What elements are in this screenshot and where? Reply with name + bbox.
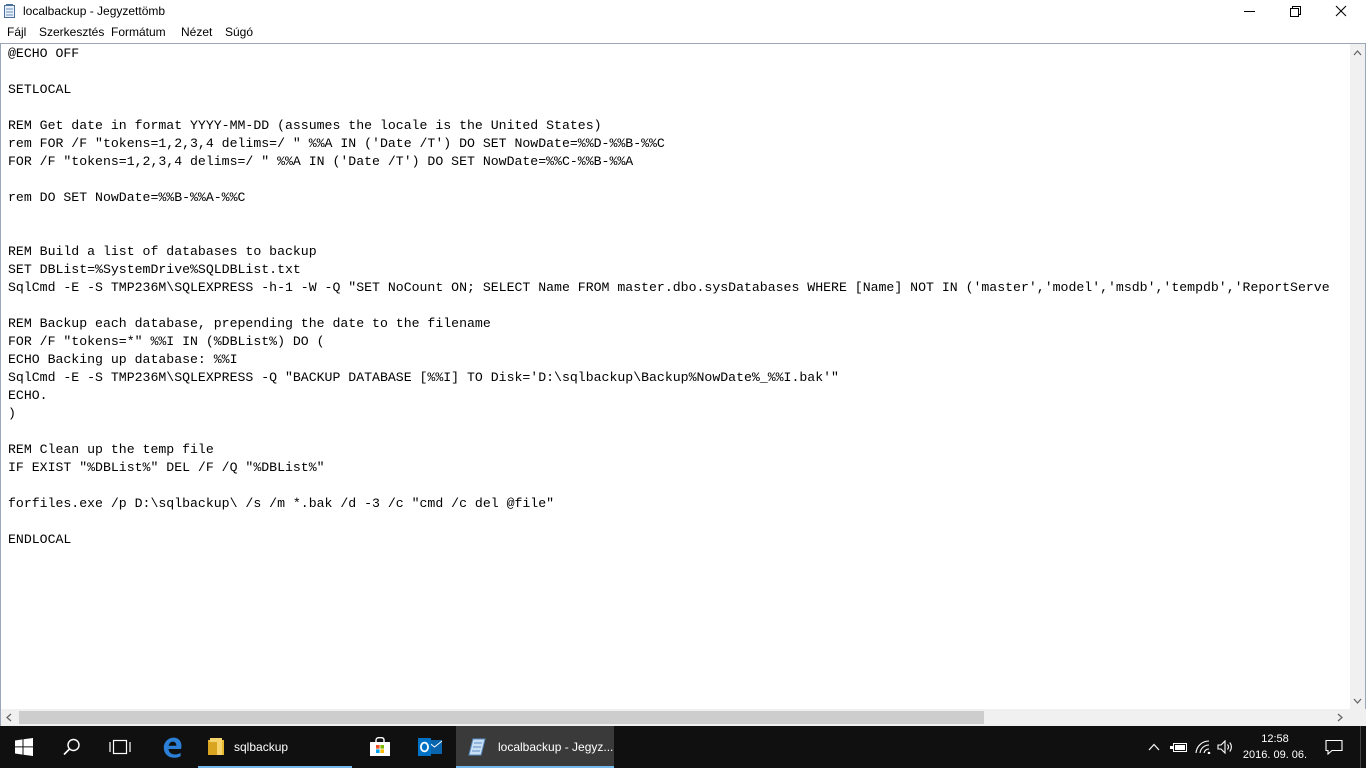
text-line	[8, 207, 1344, 225]
sqlbackup-explorer[interactable]: sqlbackup	[198, 726, 352, 768]
text-line: ENDLOCAL	[8, 532, 72, 547]
power-icon	[1170, 743, 1187, 752]
text-line	[8, 225, 1344, 243]
menu-format[interactable]: Formátum	[111, 25, 166, 39]
text-line: rem FOR /F "tokens=1,2,3,4 delims=/ " %%…	[8, 136, 665, 151]
folder-icon	[208, 738, 224, 755]
clock[interactable]: 12:58 2016. 09. 06.	[1240, 731, 1310, 763]
outlook-button[interactable]	[406, 726, 454, 768]
notepad-taskbar-icon	[468, 738, 486, 756]
text-line: forfiles.exe /p D:\sqlbackup\ /s /m *.ba…	[8, 496, 555, 511]
text-line: REM Build a list of databases to backup	[8, 244, 317, 259]
menu-view[interactable]: Nézet	[181, 25, 212, 39]
scroll-left-icon[interactable]	[6, 713, 12, 722]
scroll-down-icon[interactable]	[1353, 698, 1362, 704]
horizontal-scrollbar[interactable]	[0, 709, 1351, 726]
restore-button[interactable]	[1272, 0, 1318, 22]
minimize-icon	[1243, 10, 1255, 12]
task-view-button[interactable]	[96, 726, 144, 768]
notepad-icon	[4, 4, 15, 18]
edge-icon	[163, 737, 182, 758]
menu-edit[interactable]: Szerkesztés	[39, 25, 104, 39]
notification-icon	[1325, 739, 1343, 755]
taskbar: sqlbackup localbackup - Jegyz... 12:58 2…	[0, 726, 1366, 768]
sqlbackup-label: sqlbackup	[234, 740, 289, 754]
text-line	[8, 513, 1344, 531]
horizontal-scroll-thumb[interactable]	[19, 711, 984, 724]
action-center-button[interactable]	[1316, 726, 1352, 768]
show-desktop-button[interactable]	[1360, 726, 1366, 768]
search-icon	[63, 738, 80, 756]
notepad-task-label: localbackup - Jegyz...	[498, 740, 614, 754]
store-button[interactable]	[356, 726, 404, 768]
text-line: SETLOCAL	[8, 82, 72, 97]
notepad-task[interactable]: localbackup - Jegyz...	[456, 726, 614, 768]
text-line: FOR /F "tokens=*" %%I IN (%DBList%) DO (	[8, 334, 325, 349]
windows-logo-icon	[15, 738, 33, 756]
edge-button[interactable]	[148, 726, 196, 768]
start-button[interactable]	[0, 726, 48, 768]
window-title: localbackup - Jegyzettömb	[23, 4, 166, 18]
clock-date: 2016. 09. 06.	[1242, 749, 1308, 761]
text-line: SqlCmd -E -S TMP236M\SQLEXPRESS -h-1 -W …	[8, 280, 1330, 295]
store-icon	[370, 737, 390, 756]
text-line: REM Clean up the temp file	[8, 442, 214, 457]
volume-button[interactable]	[1214, 726, 1238, 768]
search-button[interactable]	[48, 726, 96, 768]
text-line	[8, 63, 1344, 81]
title-bar[interactable]: localbackup - Jegyzettömb	[0, 0, 1366, 22]
clock-time: 12:58	[1261, 733, 1289, 745]
menu-file[interactable]: Fájl	[7, 25, 26, 39]
text-line	[8, 297, 1344, 315]
text-line: IF EXIST "%DBList%" DEL /F /Q "%DBList%"	[8, 460, 325, 475]
task-view-icon	[109, 739, 131, 755]
volume-icon	[1217, 740, 1232, 754]
wifi-icon	[1195, 740, 1211, 754]
text-line: SET DBList=%SystemDrive%SQLDBList.txt	[8, 262, 301, 277]
minimize-button[interactable]	[1226, 0, 1272, 22]
text-line: SqlCmd -E -S TMP236M\SQLEXPRESS -Q "BACK…	[8, 370, 839, 385]
scroll-right-icon[interactable]	[1337, 713, 1343, 722]
text-line	[8, 99, 1344, 117]
close-button[interactable]	[1318, 0, 1364, 22]
text-line	[8, 477, 1344, 495]
text-line: )	[8, 406, 16, 421]
editor[interactable]: @ECHO OFF SETLOCAL REM Get date in format …	[0, 43, 1366, 710]
outlook-icon	[418, 738, 442, 756]
text-line: REM Backup each database, prepending the…	[8, 316, 491, 331]
text-line	[8, 423, 1344, 441]
chevron-up-icon	[1148, 743, 1160, 751]
menu-bar: Fájl Szerkesztés Formátum Nézet Súgó	[0, 22, 1366, 43]
network-button[interactable]	[1192, 726, 1214, 768]
text-area[interactable]: @ECHO OFF SETLOCAL REM Get date in format …	[8, 45, 1344, 708]
text-line: @ECHO OFF	[8, 46, 80, 61]
show-hidden-icons-button[interactable]	[1144, 726, 1164, 768]
restore-icon	[1289, 5, 1301, 17]
text-line: FOR /F "tokens=1,2,3,4 delims=/ " %%A IN…	[8, 154, 634, 169]
battery-button[interactable]	[1168, 726, 1190, 768]
text-line: ECHO Backing up database: %%I	[8, 352, 238, 367]
scrollbar-corner	[1350, 709, 1366, 726]
text-line: rem DO SET NowDate=%%B-%%A-%%C	[8, 190, 246, 205]
text-line: ECHO.	[8, 388, 48, 403]
vertical-scrollbar[interactable]	[1350, 44, 1365, 710]
text-line: REM Get date in format YYYY-MM-DD (assum…	[8, 118, 602, 133]
close-icon	[1335, 5, 1347, 17]
scroll-up-icon[interactable]	[1353, 50, 1362, 56]
menu-help[interactable]: Súgó	[225, 25, 253, 39]
text-line	[8, 171, 1344, 189]
